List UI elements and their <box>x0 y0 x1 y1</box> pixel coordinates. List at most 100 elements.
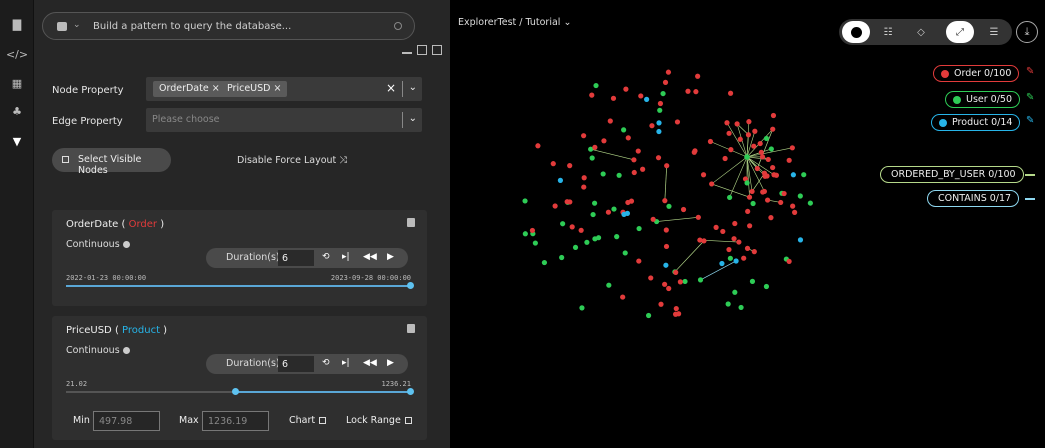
graph-node[interactable] <box>722 155 728 162</box>
query-search-input[interactable] <box>93 18 383 35</box>
graph-node[interactable] <box>692 148 698 154</box>
graph-node[interactable] <box>621 127 627 133</box>
dropdown-chevron-icon[interactable]: ⌄ <box>409 82 417 93</box>
graph-node[interactable] <box>610 95 617 101</box>
graph-node[interactable] <box>589 155 595 161</box>
graph-node[interactable] <box>600 171 606 177</box>
graph-node[interactable] <box>797 237 804 243</box>
graph-node[interactable] <box>623 86 629 92</box>
graph-node[interactable] <box>644 96 650 102</box>
graph-node[interactable] <box>744 180 750 186</box>
graph-node[interactable] <box>557 177 564 183</box>
graph-node[interactable] <box>624 210 631 216</box>
graph-node[interactable] <box>726 246 732 253</box>
remove-tag-icon[interactable]: × <box>212 83 220 94</box>
graph-node[interactable] <box>750 200 756 207</box>
graph-node[interactable] <box>763 283 770 290</box>
graph-node[interactable] <box>697 237 703 243</box>
trash-icon[interactable] <box>407 324 415 333</box>
graph-node[interactable] <box>581 133 587 139</box>
graph-node[interactable] <box>636 225 642 232</box>
tag-orderdate[interactable]: OrderDate × <box>153 81 226 97</box>
graph-node[interactable] <box>674 119 681 125</box>
graph-node[interactable] <box>736 239 742 245</box>
graph-node[interactable] <box>801 172 807 178</box>
graph-node[interactable] <box>707 138 714 145</box>
graph-node[interactable] <box>734 121 740 127</box>
maximize-icon[interactable] <box>417 45 427 55</box>
graph-node[interactable] <box>660 90 666 97</box>
rewind-icon[interactable]: ◀◀ <box>363 252 377 262</box>
graph-node[interactable] <box>662 198 668 204</box>
graph-node[interactable] <box>727 194 733 201</box>
graph-node[interactable] <box>564 199 570 205</box>
remove-tag-icon[interactable]: × <box>274 83 282 94</box>
graph-node[interactable] <box>747 223 753 229</box>
graph-node[interactable] <box>758 149 764 155</box>
graph-node[interactable] <box>572 244 579 251</box>
trash-icon[interactable] <box>407 218 415 227</box>
graph-node[interactable] <box>648 275 654 281</box>
graph-node[interactable] <box>741 255 747 261</box>
graph-node[interactable] <box>685 88 691 94</box>
rewind-icon[interactable]: ◀◀ <box>363 358 377 368</box>
brush-icon[interactable]: ✎ <box>1026 66 1034 77</box>
graph-node[interactable] <box>757 140 763 147</box>
dock-icon[interactable] <box>432 45 442 55</box>
graph-node[interactable] <box>673 269 679 275</box>
graph-node[interactable] <box>590 211 596 218</box>
graph-node[interactable] <box>745 132 752 138</box>
graph-node[interactable] <box>751 143 757 149</box>
graph-node[interactable] <box>697 277 704 283</box>
list-properties-button[interactable]: ☷ <box>874 21 902 43</box>
graph-node[interactable] <box>625 135 631 141</box>
graph-node[interactable] <box>552 203 558 209</box>
graph-node[interactable] <box>728 147 734 153</box>
graph-node[interactable] <box>592 236 598 242</box>
graph-node[interactable] <box>567 163 573 169</box>
tag-button[interactable]: ◇ <box>907 21 935 43</box>
file-icon[interactable]: ▇ <box>9 16 25 32</box>
graph-node[interactable] <box>589 92 595 98</box>
breadcrumb[interactable]: ExplorerTest / Tutorial ⌄ <box>458 17 571 28</box>
edge-style-button[interactable]: ⤢ <box>946 21 974 43</box>
graph-node[interactable] <box>578 227 584 233</box>
graph-node[interactable] <box>522 198 528 204</box>
graph-node[interactable] <box>807 200 813 206</box>
graph-node[interactable] <box>636 258 642 264</box>
chevron-down-icon[interactable]: ⌄ <box>563 17 571 28</box>
graph-node[interactable] <box>719 260 725 267</box>
graph-node[interactable] <box>645 312 652 319</box>
graph-node[interactable] <box>693 89 699 95</box>
graph-canvas[interactable] <box>450 50 870 390</box>
graph-node[interactable] <box>638 93 644 99</box>
graph-node[interactable] <box>541 259 548 266</box>
range-track[interactable] <box>66 285 411 287</box>
graph-node[interactable] <box>593 82 599 89</box>
graph-node[interactable] <box>749 188 755 195</box>
graph-node[interactable] <box>770 164 776 171</box>
graph-node[interactable] <box>579 305 585 311</box>
graph-node[interactable] <box>770 112 777 119</box>
graph-node[interactable] <box>559 254 565 261</box>
graph-node[interactable] <box>770 126 776 132</box>
graph-node[interactable] <box>656 120 662 126</box>
loop-icon[interactable]: ⟲ <box>322 358 330 368</box>
graph-node[interactable] <box>650 216 656 222</box>
hierarchy-icon[interactable]: ♣ <box>9 103 25 119</box>
graph-node[interactable] <box>727 90 734 96</box>
legend-ordered-by-user[interactable]: ORDERED_BY_USER 0/100 <box>880 166 1024 183</box>
graph-node[interactable] <box>727 255 733 261</box>
play-icon[interactable]: ▶ <box>387 358 394 368</box>
menu-button[interactable]: ☰ <box>980 21 1008 43</box>
graph-node[interactable] <box>744 245 751 251</box>
disable-force-layout-toggle[interactable]: Disable Force Layout ⤨ <box>237 155 347 166</box>
graph-node[interactable] <box>656 128 662 135</box>
graph-node[interactable] <box>635 148 641 154</box>
lock-range-checkbox[interactable]: Lock Range <box>346 415 412 426</box>
graph-node[interactable] <box>581 184 587 190</box>
clear-all-icon[interactable]: × <box>386 81 396 95</box>
graph-node[interactable] <box>625 199 631 206</box>
download-button[interactable]: ⤓ <box>1016 21 1038 43</box>
table-icon[interactable]: ▦ <box>9 75 25 91</box>
